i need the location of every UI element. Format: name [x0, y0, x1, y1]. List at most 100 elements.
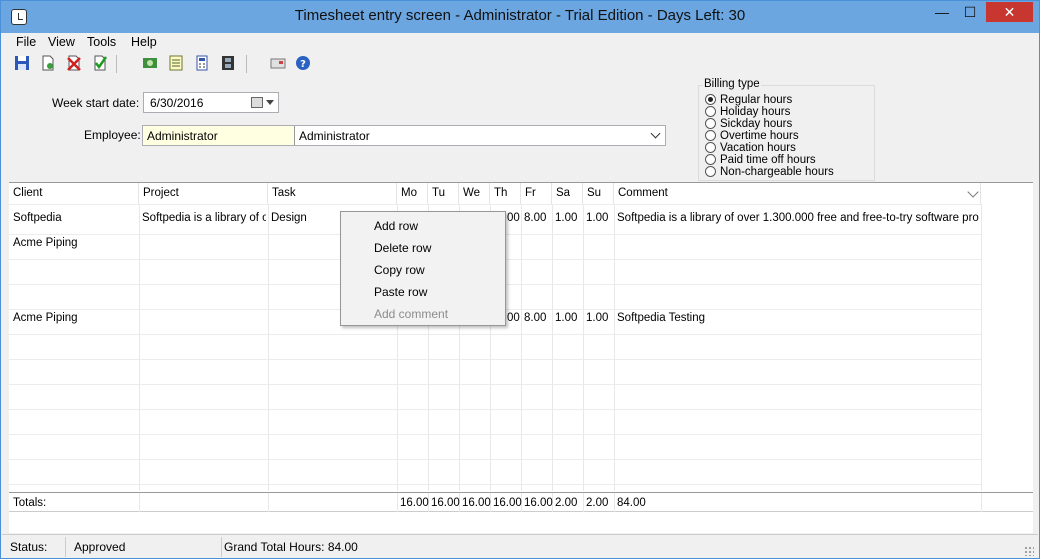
- menu-view[interactable]: View: [48, 35, 75, 49]
- save-icon[interactable]: [14, 55, 30, 71]
- calendar-icon[interactable]: [251, 97, 263, 108]
- menu-paste-row[interactable]: Paste row: [374, 285, 427, 299]
- radio-vacation-hours[interactable]: [705, 142, 716, 153]
- toolbar-separator: [116, 55, 117, 73]
- cell-project[interactable]: Softpedia is a library of over 1.300.000…: [142, 212, 266, 224]
- week-start-label: Week start date:: [52, 96, 140, 110]
- column-header-project[interactable]: Project: [139, 183, 268, 204]
- menu-copy-row[interactable]: Copy row: [374, 263, 425, 277]
- total-grand: 84.00: [617, 497, 646, 509]
- radio-label[interactable]: Sickday hours: [720, 118, 792, 130]
- chevron-down-icon[interactable]: [650, 128, 661, 139]
- radio-label[interactable]: Overtime hours: [720, 130, 799, 142]
- row-divider: [9, 204, 981, 205]
- radio-label[interactable]: Paid time off hours: [720, 154, 816, 166]
- column-divider: [614, 204, 615, 491]
- menu-add-comment: Add comment: [374, 307, 449, 321]
- total-sa: 2.00: [555, 497, 578, 509]
- column-header-su[interactable]: Su: [583, 183, 614, 204]
- cell-comment[interactable]: Softpedia is a library of over 1.300.000…: [617, 212, 980, 224]
- cell-sa[interactable]: 1.00: [555, 212, 583, 224]
- cell-fr[interactable]: 8.00: [524, 212, 552, 224]
- menu-delete-row[interactable]: Delete row: [374, 241, 431, 255]
- cell-client[interactable]: Acme Piping: [13, 237, 137, 249]
- column-divider: [583, 493, 584, 512]
- row-divider: [9, 484, 981, 485]
- calculator-icon[interactable]: [194, 55, 210, 71]
- menu-add-row[interactable]: Add row: [374, 219, 418, 233]
- radio-holiday-hours[interactable]: [705, 106, 716, 117]
- status-value: Approved: [66, 537, 222, 557]
- timesheet-window: Timesheet entry screen - Administrator -…: [0, 0, 1040, 559]
- delete-icon[interactable]: [66, 55, 82, 71]
- radio-label[interactable]: Regular hours: [720, 94, 792, 106]
- total-tu: 16.00: [431, 497, 460, 509]
- maximize-button[interactable]: ☐: [957, 2, 983, 22]
- cell-client[interactable]: Softpedia: [13, 212, 137, 224]
- total-su: 2.00: [586, 497, 609, 509]
- film-icon[interactable]: [220, 55, 236, 71]
- radio-regular-hours[interactable]: [705, 94, 716, 105]
- column-header-mo[interactable]: Mo: [397, 183, 428, 204]
- cell-client[interactable]: Acme Piping: [13, 312, 137, 324]
- minimize-button[interactable]: —: [929, 2, 955, 22]
- column-header-client[interactable]: Client: [9, 183, 139, 204]
- column-divider: [521, 204, 522, 491]
- menu-help[interactable]: Help: [131, 35, 157, 49]
- column-divider: [552, 204, 553, 491]
- cell-comment[interactable]: Softpedia Testing: [617, 312, 980, 324]
- cell-th[interactable]: 00: [507, 312, 521, 324]
- radio-overtime-hours[interactable]: [705, 130, 716, 141]
- total-mo: 16.00: [400, 497, 429, 509]
- employee-code-field[interactable]: Administrator: [143, 126, 295, 145]
- column-divider: [981, 204, 982, 491]
- totals-label: Totals:: [13, 497, 47, 509]
- total-th: 16.00: [493, 497, 522, 509]
- money-icon[interactable]: [142, 55, 158, 71]
- radio-sickday-hours[interactable]: [705, 118, 716, 129]
- column-divider: [981, 493, 982, 512]
- column-header-sa[interactable]: Sa: [552, 183, 583, 204]
- radio-label[interactable]: Non-chargeable hours: [720, 166, 834, 178]
- week-start-date-picker[interactable]: 6/30/2016: [143, 92, 279, 113]
- row-divider: [9, 409, 981, 410]
- row-divider: [9, 459, 981, 460]
- menu-tools[interactable]: Tools: [87, 35, 116, 49]
- row-divider: [9, 384, 981, 385]
- close-button[interactable]: ✕: [986, 2, 1033, 22]
- cell-su[interactable]: 1.00: [586, 212, 614, 224]
- row-divider: [9, 359, 981, 360]
- toolbar-separator: [246, 55, 247, 73]
- help-icon[interactable]: ?: [295, 55, 311, 71]
- card-icon[interactable]: [270, 55, 286, 71]
- timesheet-grid[interactable]: Client Project Task Mo Tu We Th Fr Sa Su…: [9, 182, 1033, 533]
- radio-label[interactable]: Holiday hours: [720, 106, 790, 118]
- radio-label[interactable]: Vacation hours: [720, 142, 796, 154]
- status-label: Status:: [2, 537, 66, 557]
- dropdown-arrow-icon[interactable]: [266, 100, 274, 105]
- column-header-tu[interactable]: Tu: [428, 183, 459, 204]
- check-icon[interactable]: [92, 55, 108, 71]
- column-divider: [268, 493, 269, 512]
- cell-th[interactable]: 00: [507, 212, 521, 224]
- column-header-task[interactable]: Task: [268, 183, 397, 204]
- toolbar: ?: [2, 52, 1038, 76]
- resize-grip-icon[interactable]: [1024, 546, 1034, 556]
- cell-sa[interactable]: 1.00: [555, 312, 583, 324]
- column-header-we[interactable]: We: [459, 183, 490, 204]
- column-header-fr[interactable]: Fr: [521, 183, 552, 204]
- column-header-comment[interactable]: Comment: [614, 183, 981, 204]
- total-fr: 16.00: [524, 497, 553, 509]
- employee-label: Employee:: [84, 128, 141, 142]
- cell-su[interactable]: 1.00: [586, 312, 614, 324]
- new-document-icon[interactable]: [40, 55, 56, 71]
- menu-file[interactable]: File: [16, 35, 36, 49]
- radio-non-chargeable-hours[interactable]: [705, 166, 716, 177]
- employee-select[interactable]: Administrator Administrator: [142, 125, 666, 146]
- employee-name: Administrator: [299, 129, 370, 143]
- billing-type-group: Billing type Regular hours Holiday hours…: [698, 78, 875, 181]
- column-header-th[interactable]: Th: [490, 183, 521, 204]
- cell-fr[interactable]: 8.00: [524, 312, 552, 324]
- list-icon[interactable]: [168, 55, 184, 71]
- radio-paid-time-off-hours[interactable]: [705, 154, 716, 165]
